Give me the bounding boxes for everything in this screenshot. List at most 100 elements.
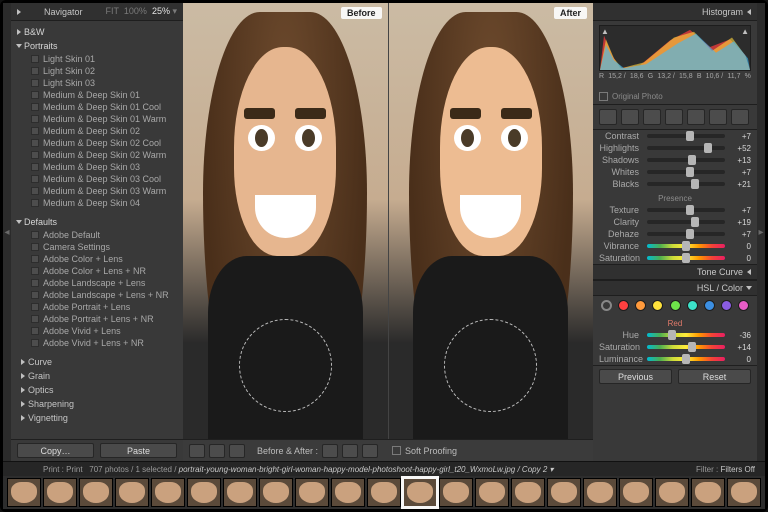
thumbnail[interactable]: [619, 478, 653, 507]
thumbnail[interactable]: [223, 478, 257, 507]
loupe-view-icon[interactable]: [189, 444, 205, 458]
preset-item[interactable]: Adobe Portrait + Lens + NR: [11, 313, 183, 325]
preset-item[interactable]: Medium & Deep Skin 03 Cool: [11, 173, 183, 185]
color-dot[interactable]: [704, 300, 715, 311]
redeye-icon[interactable]: [665, 109, 683, 125]
preset-item[interactable]: Medium & Deep Skin 04: [11, 197, 183, 209]
color-dot[interactable]: [618, 300, 629, 311]
original-photo-toggle[interactable]: Original Photo: [593, 89, 757, 104]
thumbnail[interactable]: [511, 478, 545, 507]
paste-button[interactable]: Paste: [100, 443, 177, 458]
slider-luminance[interactable]: Luminance0: [593, 353, 757, 365]
preset-group[interactable]: Defaults: [11, 215, 183, 229]
ba-view-icon[interactable]: [229, 444, 245, 458]
preset-group[interactable]: B&W: [11, 25, 183, 39]
preset-item[interactable]: Adobe Landscape + Lens + NR: [11, 289, 183, 301]
preset-item[interactable]: Adobe Default: [11, 229, 183, 241]
preset-item[interactable]: Light Skin 03: [11, 77, 183, 89]
slider-shadows[interactable]: Shadows+13: [593, 154, 757, 166]
thumbnail[interactable]: [439, 478, 473, 507]
thumbnail[interactable]: [151, 478, 185, 507]
preset-item[interactable]: Adobe Vivid + Lens: [11, 325, 183, 337]
preset-item[interactable]: Adobe Vivid + Lens + NR: [11, 337, 183, 349]
thumbnail[interactable]: [7, 478, 41, 507]
thumbnail[interactable]: [691, 478, 725, 507]
slider-contrast[interactable]: Contrast+7: [593, 130, 757, 142]
crop-icon[interactable]: [599, 109, 617, 125]
thumbnail[interactable]: [43, 478, 77, 507]
thumbnail[interactable]: [727, 478, 761, 507]
ba-mode-2-icon[interactable]: [342, 444, 358, 458]
brush-icon[interactable]: [731, 109, 749, 125]
thumbnail[interactable]: [115, 478, 149, 507]
mask-icon[interactable]: [643, 109, 661, 125]
ba-mode-1-icon[interactable]: [322, 444, 338, 458]
thumbnail[interactable]: [475, 478, 509, 507]
preset-item[interactable]: Camera Settings: [11, 241, 183, 253]
collapsed-section[interactable]: Grain: [11, 369, 183, 383]
previous-button[interactable]: Previous: [599, 369, 672, 384]
preset-item[interactable]: Medium & Deep Skin 02: [11, 125, 183, 137]
copy-button[interactable]: Copy…: [17, 443, 94, 458]
slider-clarity[interactable]: Clarity+19: [593, 216, 757, 228]
thumbnail-row[interactable]: [3, 476, 765, 509]
hsl-color-picker[interactable]: [593, 296, 757, 315]
preset-item[interactable]: Light Skin 02: [11, 65, 183, 77]
preset-item[interactable]: Medium & Deep Skin 02 Warm: [11, 149, 183, 161]
navigator-header[interactable]: Navigator FIT 100% 25% ▾: [11, 3, 183, 21]
preset-group[interactable]: Portraits: [11, 39, 183, 53]
preset-item[interactable]: Adobe Portrait + Lens: [11, 301, 183, 313]
thumbnail[interactable]: [79, 478, 113, 507]
preset-item[interactable]: Medium & Deep Skin 03 Warm: [11, 185, 183, 197]
right-gutter[interactable]: ▸: [757, 3, 765, 461]
left-gutter[interactable]: ◂: [3, 3, 11, 461]
collapsed-section[interactable]: Sharpening: [11, 397, 183, 411]
soft-proof-checkbox[interactable]: [392, 446, 401, 455]
preset-item[interactable]: Adobe Landscape + Lens: [11, 277, 183, 289]
before-after-compare[interactable]: Before After: [183, 3, 593, 439]
slider-blacks[interactable]: Blacks+21: [593, 178, 757, 190]
slider-dehaze[interactable]: Dehaze+7: [593, 228, 757, 240]
clip-shadow-icon[interactable]: ▲: [601, 27, 609, 36]
thumbnail[interactable]: [295, 478, 329, 507]
collapsed-section[interactable]: Optics: [11, 383, 183, 397]
color-dot[interactable]: [738, 300, 749, 311]
preset-item[interactable]: Medium & Deep Skin 01 Cool: [11, 101, 183, 113]
thumbnail[interactable]: [367, 478, 401, 507]
color-dot[interactable]: [670, 300, 681, 311]
clip-highlight-icon[interactable]: ▲: [741, 27, 749, 36]
slider-saturation[interactable]: Saturation0: [593, 252, 757, 264]
ba-mode-3-icon[interactable]: [362, 444, 378, 458]
histogram[interactable]: ▲ ▲ R15,2 /18,6G13,2 /15,8B10,6 /11,7%: [593, 21, 757, 89]
slider-hue[interactable]: Hue-36: [593, 329, 757, 341]
color-dot[interactable]: [687, 300, 698, 311]
thumbnail[interactable]: [331, 478, 365, 507]
radial-icon[interactable]: [709, 109, 727, 125]
color-dot[interactable]: [635, 300, 646, 311]
preset-item[interactable]: Light Skin 01: [11, 53, 183, 65]
preset-item[interactable]: Medium & Deep Skin 01 Warm: [11, 113, 183, 125]
preset-item[interactable]: Medium & Deep Skin 01: [11, 89, 183, 101]
slider-highlights[interactable]: Highlights+52: [593, 142, 757, 154]
thumbnail[interactable]: [655, 478, 689, 507]
hsl-color-section[interactable]: HSL / Color: [593, 280, 757, 296]
collapsed-section[interactable]: Curve: [11, 355, 183, 369]
preset-item[interactable]: Adobe Color + Lens: [11, 253, 183, 265]
slider-saturation[interactable]: Saturation+14: [593, 341, 757, 353]
collapsed-section[interactable]: Vignetting: [11, 411, 183, 425]
thumbnail[interactable]: [259, 478, 293, 507]
histogram-header[interactable]: Histogram: [593, 3, 757, 21]
preset-item[interactable]: Medium & Deep Skin 02 Cool: [11, 137, 183, 149]
thumbnail[interactable]: [403, 478, 437, 507]
thumbnail[interactable]: [547, 478, 581, 507]
color-dot[interactable]: [652, 300, 663, 311]
preset-item[interactable]: Medium & Deep Skin 03: [11, 161, 183, 173]
thumbnail[interactable]: [583, 478, 617, 507]
tone-curve-section[interactable]: Tone Curve: [593, 264, 757, 280]
preset-item[interactable]: Adobe Color + Lens + NR: [11, 265, 183, 277]
compare-view-icon[interactable]: [209, 444, 225, 458]
thumbnail[interactable]: [187, 478, 221, 507]
reset-button[interactable]: Reset: [678, 369, 751, 384]
slider-whites[interactable]: Whites+7: [593, 166, 757, 178]
heal-icon[interactable]: [621, 109, 639, 125]
